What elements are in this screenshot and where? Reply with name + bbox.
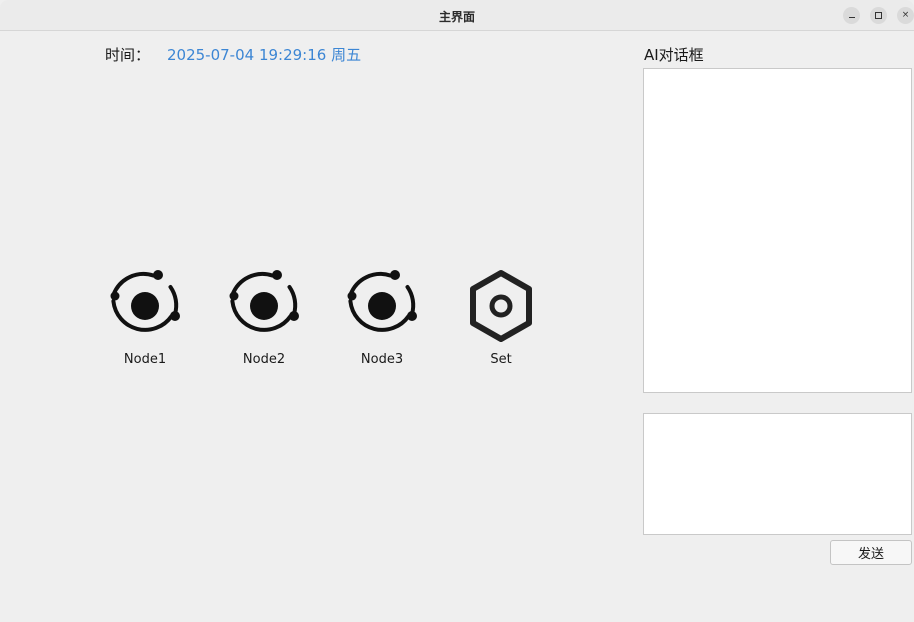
orbit-icon <box>229 270 299 332</box>
chat-label: AI对话框 <box>644 46 704 64</box>
chat-output-box[interactable] <box>643 68 912 393</box>
time-value: 2025-07-04 19:29:16 周五 <box>167 46 362 64</box>
set-label: Set <box>490 352 512 367</box>
node3-button[interactable]: Node3 <box>342 266 422 376</box>
node2-button[interactable]: Node2 <box>224 266 304 376</box>
time-label: 时间： <box>105 46 151 64</box>
chat-input[interactable] <box>643 413 912 535</box>
orbit-icon <box>347 270 417 332</box>
send-button[interactable]: 发送 <box>830 540 912 565</box>
maximize-icon <box>875 12 882 19</box>
close-icon: × <box>901 10 910 20</box>
node1-label: Node1 <box>123 352 167 367</box>
maximize-button[interactable] <box>870 7 887 24</box>
node3-label: Node3 <box>360 352 404 367</box>
node1-button[interactable]: Node1 <box>105 266 185 376</box>
window-title: 主界面 <box>438 10 475 24</box>
orbit-icon <box>110 270 180 332</box>
window-titlebar[interactable]: 主界面 × <box>0 0 914 31</box>
close-button[interactable]: × <box>897 7 914 24</box>
set-button[interactable]: Set <box>461 266 541 376</box>
hexagon-settings-icon <box>470 270 532 342</box>
minimize-button[interactable] <box>843 7 860 24</box>
node2-label: Node2 <box>242 352 286 367</box>
minimize-icon <box>848 16 855 19</box>
